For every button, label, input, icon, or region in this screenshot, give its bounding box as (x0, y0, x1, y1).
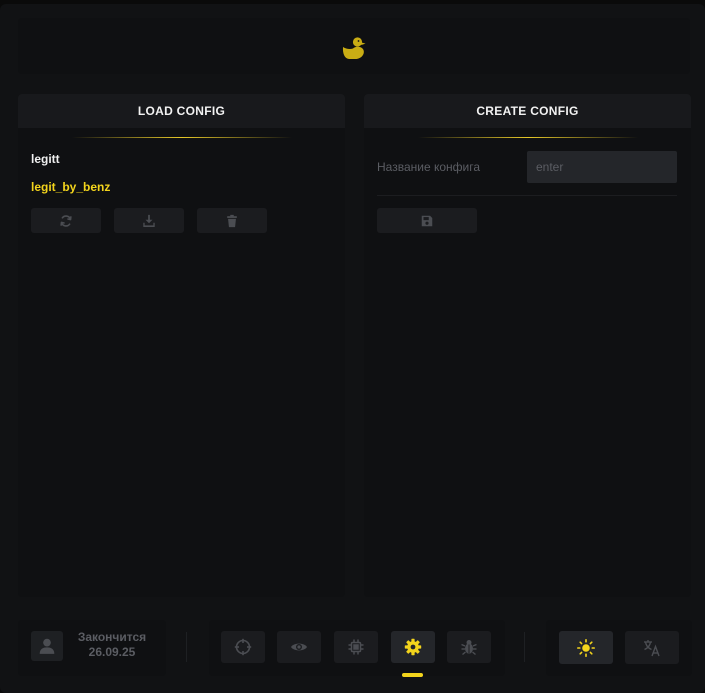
tab-settings[interactable] (391, 631, 435, 663)
tab-debug[interactable] (447, 631, 491, 663)
language-button[interactable] (625, 631, 679, 664)
expiry-date: 26.09.25 (88, 645, 136, 659)
download-icon (143, 214, 155, 227)
save-config-button[interactable] (377, 208, 477, 233)
divider (377, 195, 677, 196)
user-icon (39, 638, 55, 654)
title-underline (72, 137, 292, 138)
config-item-legitt[interactable]: legitt (31, 152, 60, 166)
create-config-panel: CREATE CONFIG Название конфига (364, 94, 691, 597)
sun-icon (577, 638, 595, 657)
translate-icon (644, 639, 660, 656)
eye-icon (291, 643, 307, 651)
tab-aimbot[interactable] (221, 631, 265, 663)
config-item-legit-by-benz[interactable]: legit_by_benz (31, 180, 110, 194)
save-icon (421, 215, 433, 226)
subscription-expiry: Закончится 26.09.25 (72, 630, 152, 660)
load-config-panel: LOAD CONFIG legitt legit_by_benz (18, 94, 345, 597)
trash-icon (227, 214, 237, 227)
duck-icon (342, 37, 366, 59)
title-underline (418, 137, 638, 138)
tab-visuals[interactable] (277, 631, 321, 663)
active-tab-indicator (402, 673, 423, 677)
crosshair-icon (234, 638, 252, 656)
delete-config-button[interactable] (197, 208, 267, 233)
divider (524, 632, 525, 662)
load-config-button[interactable] (114, 208, 184, 233)
load-config-title: LOAD CONFIG (18, 94, 345, 128)
refresh-config-button[interactable] (31, 208, 101, 233)
chip-icon (348, 639, 364, 655)
divider (186, 632, 187, 662)
config-name-label: Название конфига (377, 160, 481, 174)
gear-icon (404, 638, 422, 656)
bug-icon (461, 640, 477, 656)
create-config-title: CREATE CONFIG (364, 94, 691, 128)
refresh-icon (60, 214, 72, 227)
avatar[interactable] (31, 631, 63, 661)
tab-misc[interactable] (334, 631, 378, 663)
expiry-label: Закончится (77, 630, 147, 644)
theme-toggle-button[interactable] (559, 631, 613, 664)
config-name-input[interactable] (527, 151, 677, 183)
